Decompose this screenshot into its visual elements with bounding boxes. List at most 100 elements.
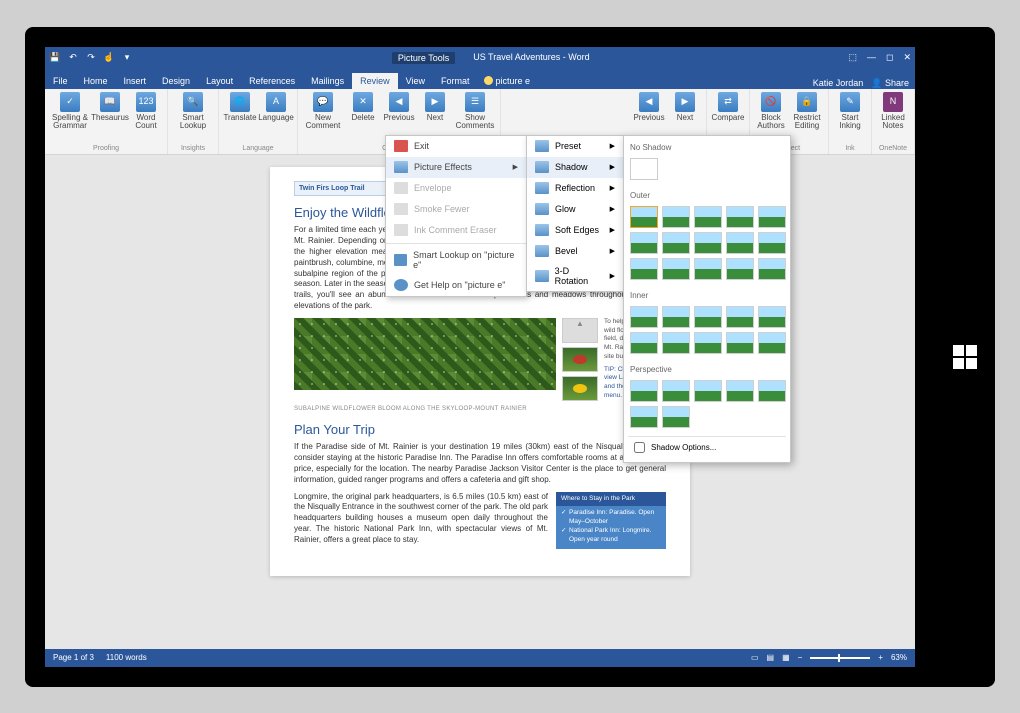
- linked-notes-button[interactable]: NLinked Notes: [878, 92, 908, 132]
- view-print-icon[interactable]: ▤: [767, 653, 775, 662]
- show-comments-button[interactable]: ☰Show Comments: [456, 92, 494, 132]
- translate-button[interactable]: 🌐Translate: [225, 92, 255, 123]
- figure-thumb-red[interactable]: [562, 347, 598, 372]
- shadow-swatch[interactable]: [694, 258, 722, 280]
- popup-smart-lookup[interactable]: Smart Lookup on "picture e": [386, 246, 526, 275]
- shadow-swatch[interactable]: [662, 380, 690, 402]
- page-indicator[interactable]: Page 1 of 3: [53, 653, 94, 662]
- next-comment-button[interactable]: ▶Next: [420, 92, 450, 123]
- tell-me-search[interactable]: picture e: [478, 73, 537, 89]
- shadow-swatch[interactable]: [726, 380, 754, 402]
- previous-comment-button[interactable]: ◀Previous: [384, 92, 414, 123]
- shadow-swatch[interactable]: [694, 232, 722, 254]
- tab-design[interactable]: Design: [154, 73, 198, 89]
- save-icon[interactable]: 💾: [49, 52, 61, 64]
- word-count[interactable]: 1100 words: [106, 653, 147, 662]
- shadow-swatch[interactable]: [694, 306, 722, 328]
- shadow-swatch[interactable]: [630, 206, 658, 228]
- figure-thumb-yellow[interactable]: [562, 376, 598, 401]
- zoom-level[interactable]: 63%: [891, 653, 907, 662]
- shadow-swatch[interactable]: [758, 306, 786, 328]
- view-read-icon[interactable]: ▭: [751, 653, 759, 662]
- shadow-swatch[interactable]: [662, 406, 690, 428]
- shadow-swatch[interactable]: [726, 258, 754, 280]
- shadow-swatch[interactable]: [630, 380, 658, 402]
- tab-layout[interactable]: Layout: [198, 73, 241, 89]
- tab-review[interactable]: Review: [352, 73, 398, 89]
- redo-icon[interactable]: ↷: [85, 52, 97, 64]
- shadow-swatch[interactable]: [662, 332, 690, 354]
- restrict-editing-button[interactable]: 🔒Restrict Editing: [792, 92, 822, 132]
- shadow-swatch[interactable]: [630, 332, 658, 354]
- undo-icon[interactable]: ↶: [67, 52, 79, 64]
- shadow-swatch[interactable]: [694, 332, 722, 354]
- tab-insert[interactable]: Insert: [116, 73, 155, 89]
- view-web-icon[interactable]: ▦: [782, 653, 790, 662]
- block-authors-button[interactable]: 🚫Block Authors: [756, 92, 786, 132]
- shadow-swatch[interactable]: [758, 332, 786, 354]
- shadow-swatch[interactable]: [758, 232, 786, 254]
- language-button[interactable]: ALanguage: [261, 92, 291, 123]
- zoom-out-icon[interactable]: −: [798, 653, 803, 662]
- popup-picture-effects[interactable]: Picture Effects▶: [386, 157, 526, 178]
- previous-change-button[interactable]: ◀Previous: [634, 92, 664, 123]
- shadow-options-checkbox[interactable]: [634, 442, 645, 453]
- shadow-swatch[interactable]: [726, 206, 754, 228]
- shadow-swatch[interactable]: [694, 206, 722, 228]
- compare-button[interactable]: ⇄Compare: [713, 92, 743, 123]
- spelling-grammar-button[interactable]: ✓Spelling & Grammar: [51, 92, 89, 132]
- shadow-swatch[interactable]: [662, 206, 690, 228]
- figure-main-photo[interactable]: [294, 318, 556, 390]
- close-icon[interactable]: ✕: [903, 52, 911, 63]
- popup-get-help[interactable]: Get Help on "picture e": [386, 275, 526, 296]
- figure-thumb-up[interactable]: ▲: [562, 318, 598, 343]
- submenu-soft-edges[interactable]: Soft Edges▶: [527, 220, 623, 241]
- touch-mode-icon[interactable]: ☝: [103, 52, 115, 64]
- tell-me-input[interactable]: picture e: [496, 76, 531, 86]
- start-inking-button[interactable]: ✎Start Inking: [835, 92, 865, 132]
- next-change-button[interactable]: ▶Next: [670, 92, 700, 123]
- shadow-swatch[interactable]: [662, 232, 690, 254]
- share-button[interactable]: 👤 Share: [871, 78, 909, 89]
- windows-hardware-button[interactable]: [953, 345, 977, 369]
- tab-mailings[interactable]: Mailings: [303, 73, 352, 89]
- shadow-swatch[interactable]: [662, 258, 690, 280]
- zoom-in-icon[interactable]: +: [878, 653, 883, 662]
- word-count-button[interactable]: 123Word Count: [131, 92, 161, 132]
- shadow-swatch[interactable]: [630, 406, 658, 428]
- submenu-3d-rotation[interactable]: 3-D Rotation▶: [527, 262, 623, 291]
- shadow-swatch[interactable]: [726, 232, 754, 254]
- submenu-shadow[interactable]: Shadow▶: [527, 157, 623, 178]
- submenu-reflection[interactable]: Reflection▶: [527, 178, 623, 199]
- submenu-preset[interactable]: Preset▶: [527, 136, 623, 157]
- minimize-icon[interactable]: —: [867, 52, 876, 63]
- shadow-swatch[interactable]: [662, 306, 690, 328]
- shadow-swatch[interactable]: [630, 258, 658, 280]
- submenu-glow[interactable]: Glow▶: [527, 199, 623, 220]
- qat-dropdown-icon[interactable]: ▾: [121, 52, 133, 64]
- shadow-swatch[interactable]: [758, 206, 786, 228]
- shadow-swatch[interactable]: [630, 306, 658, 328]
- smart-lookup-button[interactable]: 🔍Smart Lookup: [174, 92, 212, 132]
- shadow-swatch-none[interactable]: [630, 158, 658, 180]
- tab-file[interactable]: File: [45, 73, 76, 89]
- ribbon-collapse-icon[interactable]: ⬚: [848, 52, 857, 63]
- tab-view[interactable]: View: [398, 73, 433, 89]
- popup-exit[interactable]: Exit: [386, 136, 526, 157]
- user-name[interactable]: Katie Jordan: [813, 78, 864, 88]
- shadow-swatch[interactable]: [758, 380, 786, 402]
- shadow-swatch[interactable]: [726, 306, 754, 328]
- maximize-icon[interactable]: ◻: [886, 52, 893, 63]
- delete-comment-button[interactable]: ✕Delete: [348, 92, 378, 123]
- zoom-slider[interactable]: [810, 657, 870, 659]
- shadow-swatch[interactable]: [758, 258, 786, 280]
- shadow-swatch[interactable]: [726, 332, 754, 354]
- shadow-swatch[interactable]: [630, 232, 658, 254]
- tab-references[interactable]: References: [241, 73, 303, 89]
- tab-home[interactable]: Home: [76, 73, 116, 89]
- tab-format[interactable]: Format: [433, 73, 478, 89]
- shadow-options[interactable]: Shadow Options...: [628, 436, 786, 458]
- new-comment-button[interactable]: 💬New Comment: [304, 92, 342, 132]
- submenu-bevel[interactable]: Bevel▶: [527, 241, 623, 262]
- shadow-swatch[interactable]: [694, 380, 722, 402]
